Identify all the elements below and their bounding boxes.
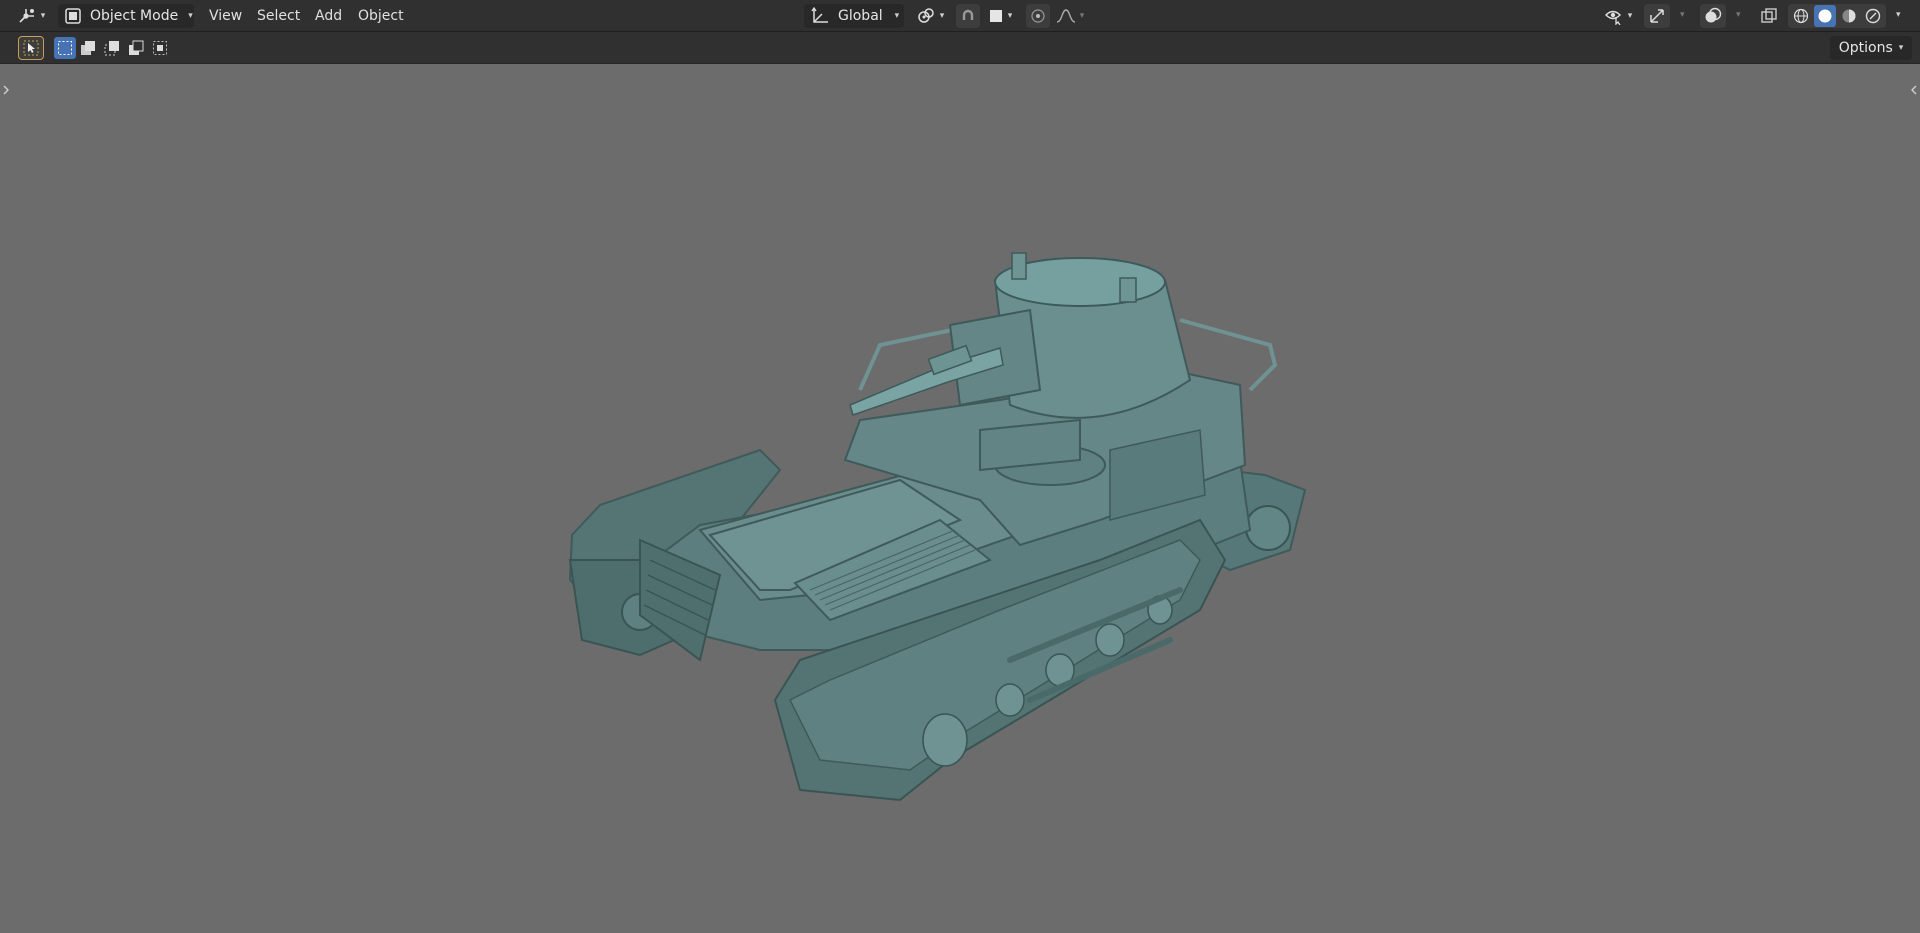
object-mode-icon (65, 8, 81, 24)
chevron-down-icon: ▾ (188, 11, 193, 21)
proportional-edit-toggle[interactable] (1026, 4, 1050, 28)
gizmo-icon (1650, 9, 1664, 23)
extend-selection-icon (81, 41, 95, 55)
tank-model[interactable] (0, 64, 1920, 933)
options-label: Options (1838, 40, 1893, 56)
intersect-selection-icon (153, 41, 167, 55)
subtract-selection-button[interactable] (100, 37, 124, 59)
magnet-icon (962, 9, 974, 20)
mode-label: Object Mode (90, 8, 179, 24)
invert-selection-icon (129, 40, 144, 55)
falloff-dropdown[interactable]: ▾ (1052, 4, 1088, 28)
rendered-shading-button[interactable] (1862, 5, 1884, 27)
intersect-selection-button[interactable] (148, 37, 172, 59)
viewport-header: ▾ Object Mode ▾ View Select Add Object G… (0, 0, 1920, 32)
rendered-sphere-icon (1865, 8, 1881, 24)
tool-settings-bar: Options ▾ (0, 32, 1920, 64)
wireframe-sphere-icon (1793, 8, 1809, 24)
viewport-3d-icon (19, 9, 34, 23)
snap-toggle[interactable] (956, 4, 980, 28)
new-selection-icon (58, 41, 72, 55)
solid-sphere-icon (1818, 9, 1832, 23)
solid-shading-button[interactable] (1814, 5, 1836, 27)
chevron-down-icon: ▾ (939, 11, 945, 21)
extend-selection-button[interactable] (76, 37, 100, 59)
transform-orientation-dropdown[interactable]: Global ▾ (804, 4, 904, 28)
chevron-down-icon: ▾ (1627, 11, 1633, 21)
selection-mode-group (54, 36, 178, 60)
shading-chevron-down-icon[interactable]: ▾ (1896, 10, 1901, 20)
pivot-point-button[interactable]: ▾ (912, 4, 948, 28)
overlays-icon (1705, 7, 1722, 23)
menu-view[interactable]: View (205, 4, 246, 28)
eye-pointer-icon (1604, 10, 1621, 25)
options-dropdown[interactable]: Options ▾ (1830, 36, 1912, 60)
overlays-chevron-down-icon[interactable]: ▾ (1736, 10, 1741, 20)
material-shading-button[interactable] (1838, 5, 1860, 27)
subtract-selection-icon (104, 41, 119, 56)
pivot-icon (917, 8, 934, 23)
overlays-toggle[interactable] (1700, 4, 1726, 28)
xray-toggle[interactable] (1756, 4, 1782, 28)
chevron-down-icon: ▾ (1898, 43, 1904, 53)
shading-mode-group (1788, 4, 1886, 28)
gizmo-chevron-down-icon[interactable]: ▾ (1680, 10, 1685, 20)
3d-viewport[interactable] (0, 64, 1920, 933)
menu-object[interactable]: Object (354, 4, 408, 28)
snap-increment-icon (989, 10, 1002, 22)
set-new-selection-button[interactable] (54, 37, 76, 59)
chevron-down-icon: ▾ (1007, 11, 1013, 21)
material-sphere-icon (1842, 9, 1856, 23)
select-box-tool-icon (23, 40, 39, 56)
chevron-down-icon: ▾ (894, 11, 900, 21)
proportional-edit-icon (1031, 9, 1045, 23)
active-tool-button[interactable] (18, 36, 44, 60)
orientation-label: Global (838, 8, 883, 24)
xray-icon (1761, 8, 1777, 23)
orientation-axes-icon (811, 7, 828, 23)
mode-dropdown[interactable]: Object Mode ▾ (58, 4, 194, 28)
wireframe-shading-button[interactable] (1790, 5, 1812, 27)
gizmo-toggle[interactable] (1644, 4, 1670, 28)
invert-selection-button[interactable] (124, 37, 148, 59)
visibility-dropdown[interactable]: ▾ (1600, 4, 1636, 28)
chevron-down-icon: ▾ (40, 11, 46, 21)
falloff-curve-icon (1056, 9, 1075, 23)
menu-add[interactable]: Add (311, 4, 346, 28)
editor-type-button[interactable]: ▾ (12, 4, 50, 28)
menu-select[interactable]: Select (253, 4, 304, 28)
snap-target-dropdown[interactable]: ▾ (982, 4, 1018, 28)
chevron-down-icon: ▾ (1079, 11, 1085, 21)
